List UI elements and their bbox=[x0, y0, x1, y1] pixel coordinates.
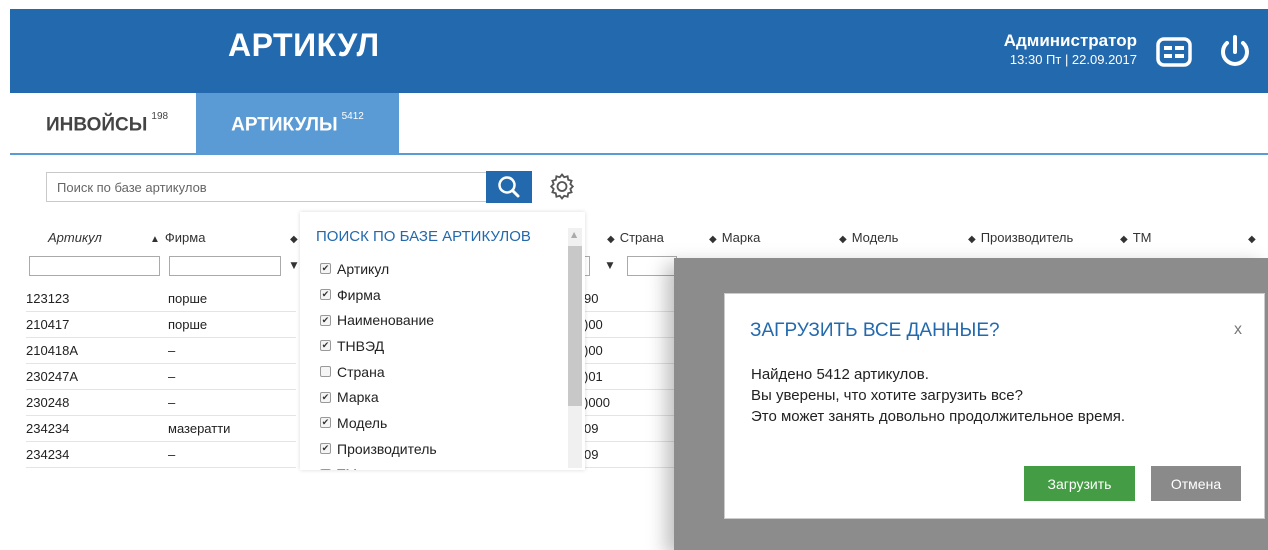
checkbox[interactable]: ✔ bbox=[320, 391, 331, 403]
checkbox[interactable]: ✔ bbox=[320, 263, 331, 275]
column-chooser-panel: ПОИСК ПО БАЗЕ АРТИКУЛОВ ✔ Артикул ✔ Фирма … bbox=[300, 212, 585, 470]
filter-country-input[interactable] bbox=[627, 256, 677, 276]
checkbox[interactable]: ✔ bbox=[320, 289, 331, 301]
user-info: Администратор 13:30 Пт | 22.09.2017 bbox=[1004, 31, 1137, 67]
table-row[interactable]: )00 bbox=[584, 338, 684, 364]
column-header-country[interactable]: ◆ Страна bbox=[607, 230, 664, 245]
table-row[interactable]: 234234– bbox=[26, 442, 296, 468]
column-option-country[interactable]: Страна bbox=[320, 359, 437, 385]
column-option-firm[interactable]: ✔ Фирма bbox=[320, 282, 437, 308]
table-row[interactable]: 210417 порше bbox=[26, 312, 296, 338]
dialog-line: Вы уверены, что хотите загрузить все? bbox=[751, 387, 1023, 404]
power-icon[interactable] bbox=[1216, 33, 1254, 71]
chevron-down-icon[interactable]: ▼ bbox=[287, 256, 301, 276]
tab-invoices[interactable]: ИНВОЙСЫ 198 bbox=[46, 93, 168, 153]
dialog-line: Это может занять довольно продолжительно… bbox=[751, 408, 1126, 425]
datetime-label: 13:30 Пт | 22.09.2017 bbox=[1009, 52, 1137, 67]
column-header-brand[interactable]: ◆ Марка bbox=[709, 230, 760, 245]
sort-icon[interactable]: ◆ bbox=[1248, 230, 1261, 245]
table-row[interactable]: 210418A – bbox=[26, 338, 296, 364]
table-row[interactable]: 234234 мазератти bbox=[26, 416, 296, 442]
menu-icon[interactable] bbox=[1155, 33, 1193, 71]
cancel-button[interactable]: Отмена bbox=[1151, 466, 1241, 501]
search-button[interactable] bbox=[486, 171, 532, 203]
column-option-manufacturer[interactable]: ✔ Производитель bbox=[320, 436, 437, 462]
scrollbar[interactable]: ▲ bbox=[568, 228, 582, 468]
table-row[interactable]: 09 bbox=[584, 416, 684, 442]
column-header-manufacturer[interactable]: ◆ Производитель bbox=[968, 230, 1073, 245]
dialog-message: Найдено 5412 артикулов. Вы уверены, что … bbox=[751, 364, 1125, 427]
column-option-brand[interactable]: ✔ Марка bbox=[320, 384, 437, 410]
chevron-down-icon[interactable]: ▼ bbox=[603, 256, 617, 276]
tab-articles[interactable]: АРТИКУЛЫ 5412 bbox=[196, 93, 399, 153]
scroll-up-icon[interactable]: ▲ bbox=[571, 230, 577, 239]
checkbox[interactable]: ✔ bbox=[320, 340, 331, 352]
table-row[interactable]: )00 bbox=[584, 312, 684, 338]
tab-articles-count: 5412 bbox=[341, 111, 364, 122]
tab-invoices-label: ИНВОЙСЫ bbox=[46, 114, 148, 136]
column-option-tm[interactable]: ✔ТМ bbox=[320, 462, 437, 470]
filter-firm-input[interactable] bbox=[169, 256, 281, 276]
checkbox[interactable]: ✔ bbox=[320, 417, 331, 429]
column-option-name[interactable]: ✔ Наименование bbox=[320, 307, 437, 333]
table-row[interactable]: )000 bbox=[584, 390, 684, 416]
tab-bar: ИНВОЙСЫ 198 АРТИКУЛЫ 5412 bbox=[10, 93, 1268, 155]
search-icon bbox=[498, 176, 520, 198]
column-chooser-list: ✔ Артикул ✔ Фирма ✔ Наименование ✔ ТНВЭД Стр… bbox=[320, 256, 437, 470]
column-header-tm[interactable]: ◆ ТМ bbox=[1120, 230, 1151, 245]
column-chooser-title: ПОИСК ПО БАЗЕ АРТИКУЛОВ bbox=[316, 228, 531, 245]
close-icon[interactable]: x bbox=[1234, 321, 1242, 339]
column-option-article[interactable]: ✔ Артикул bbox=[320, 256, 437, 282]
user-name: Администратор bbox=[1003, 31, 1137, 50]
scroll-thumb[interactable] bbox=[568, 246, 582, 406]
tab-invoices-count: 198 bbox=[151, 111, 169, 122]
dialog-title: ЗАГРУЗИТЬ ВСЕ ДАННЫЕ? bbox=[750, 320, 1000, 341]
table-body-partial: 90 )00 )00 )01 )000 09 09 bbox=[584, 286, 684, 468]
column-option-model[interactable]: ✔ Модель bbox=[320, 410, 437, 436]
column-header-model[interactable]: ◆ Модель bbox=[839, 230, 898, 245]
column-option-tnved[interactable]: ✔ ТНВЭД bbox=[320, 333, 437, 359]
column-header-article[interactable]: Артикул bbox=[48, 230, 102, 245]
filter-article-input[interactable] bbox=[29, 256, 160, 276]
column-header-firm[interactable]: ▲ Фирма bbox=[150, 230, 205, 245]
app-header: АРТИКУЛ Администратор 13:30 Пт | 22.09.2… bbox=[10, 9, 1268, 93]
table-row[interactable]: )01 bbox=[584, 364, 684, 390]
gear-icon[interactable] bbox=[548, 172, 576, 200]
confirm-dialog: ЗАГРУЗИТЬ ВСЕ ДАННЫЕ? x Найдено 5412 арт… bbox=[724, 293, 1265, 519]
table-row[interactable]: 230247A – bbox=[26, 364, 296, 390]
checkbox[interactable] bbox=[320, 366, 331, 378]
table-body: 123123 порше 210417 порше 210418A – 230247A… bbox=[26, 286, 296, 468]
table-row[interactable]: 90 bbox=[584, 286, 684, 312]
dialog-line: Найдено 5412 артикулов. bbox=[751, 366, 929, 383]
checkbox[interactable]: ✔ bbox=[320, 443, 331, 455]
table-row[interactable]: 09 bbox=[584, 442, 684, 468]
checkbox[interactable]: ✔ bbox=[320, 314, 331, 326]
grid-header: Артикул ▲ Фирма ◆ ◆ Страна ◆ Марка ◆ Модель … bbox=[10, 226, 1268, 248]
checkbox[interactable]: ✔ bbox=[320, 468, 331, 470]
search-input[interactable] bbox=[46, 172, 486, 202]
table-row[interactable]: 123123 порше bbox=[26, 286, 296, 312]
table-row[interactable]: 230248– bbox=[26, 390, 296, 416]
load-button[interactable]: Загрузить bbox=[1024, 466, 1135, 501]
tab-articles-label: АРТИКУЛЫ bbox=[231, 114, 338, 136]
page-title: АРТИКУЛ bbox=[228, 27, 380, 63]
